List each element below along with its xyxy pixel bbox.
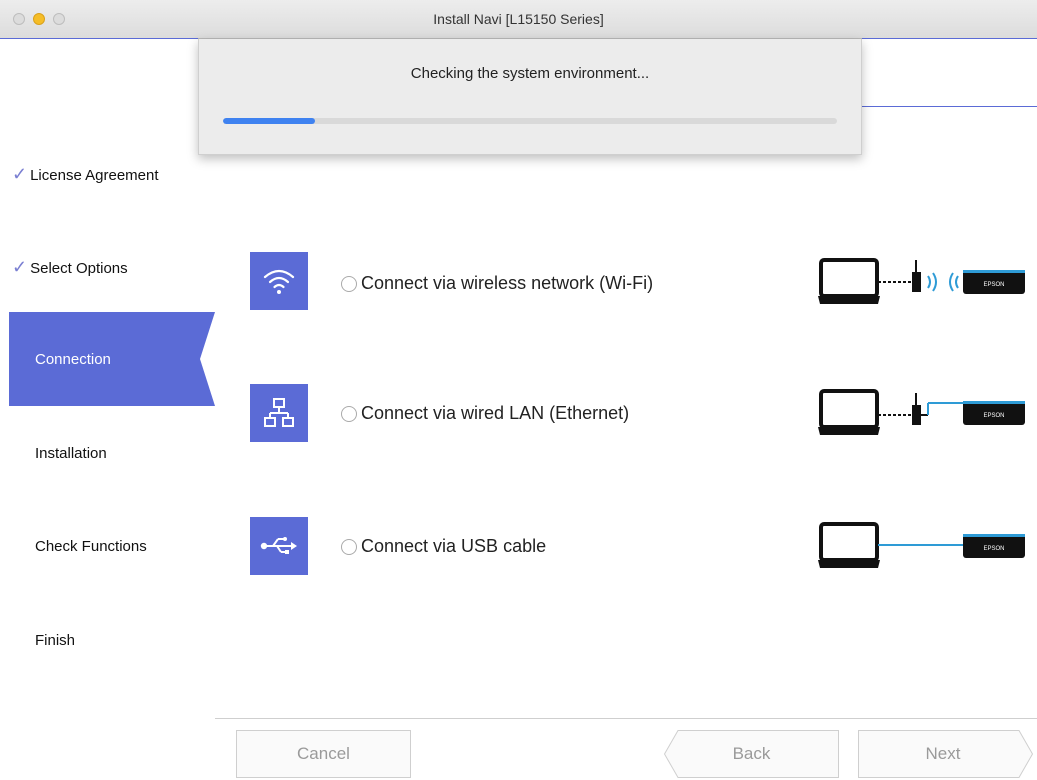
- footer-divider: [215, 718, 1037, 719]
- printer-brand-label: EPSON: [983, 282, 1004, 288]
- ethernet-connection-diagram: EPSON: [818, 389, 1025, 435]
- header-divider: [0, 38, 198, 39]
- checkmark-icon: ✓: [12, 164, 28, 184]
- usb-icon: [250, 517, 308, 575]
- cancel-button[interactable]: Cancel: [236, 730, 411, 778]
- header-divider: [862, 38, 1037, 39]
- step-connection: Connection: [9, 312, 215, 406]
- ethernet-option-label[interactable]: Connect via wired LAN (Ethernet): [361, 403, 629, 424]
- step-select-options: ✓ Select Options: [12, 257, 128, 278]
- step-label: Installation: [35, 445, 107, 462]
- back-button[interactable]: Back: [664, 730, 839, 778]
- checkmark-icon: ✓: [12, 257, 28, 277]
- step-installation: Installation: [35, 445, 107, 462]
- printer-brand-label: EPSON: [983, 546, 1004, 552]
- step-license-agreement: ✓ License Agreement: [12, 164, 159, 185]
- usb-connection-diagram: EPSON: [818, 522, 1025, 568]
- title-bar: Install Navi [L15150 Series]: [0, 0, 1037, 39]
- network-icon: [250, 384, 308, 442]
- wifi-option-label[interactable]: Connect via wireless network (Wi-Fi): [361, 273, 653, 294]
- window-title: Install Navi [L15150 Series]: [433, 11, 604, 27]
- step-label: Select Options: [30, 260, 128, 277]
- wifi-icon: [250, 252, 308, 310]
- next-button[interactable]: Next: [858, 730, 1028, 778]
- progress-bar-fill: [223, 118, 316, 124]
- step-label: License Agreement: [30, 167, 159, 184]
- step-label: Finish: [35, 632, 76, 649]
- wifi-radio[interactable]: [341, 276, 357, 292]
- step-check-functions: Check Functions: [35, 538, 147, 555]
- ethernet-radio[interactable]: [341, 406, 357, 422]
- usb-radio[interactable]: [341, 539, 357, 555]
- step-label: Connection: [35, 351, 111, 368]
- progress-bar: [223, 118, 837, 124]
- active-step-pointer: [200, 312, 215, 406]
- progress-sheet: Checking the system environment...: [198, 39, 862, 155]
- step-label: Check Functions: [35, 538, 147, 555]
- header-divider: [862, 106, 1037, 107]
- usb-option-label[interactable]: Connect via USB cable: [361, 536, 546, 557]
- step-finish: Finish: [35, 632, 75, 649]
- wifi-connection-diagram: EPSON: [818, 258, 1025, 304]
- printer-brand-label: EPSON: [983, 413, 1004, 419]
- status-message: Checking the system environment...: [410, 65, 650, 82]
